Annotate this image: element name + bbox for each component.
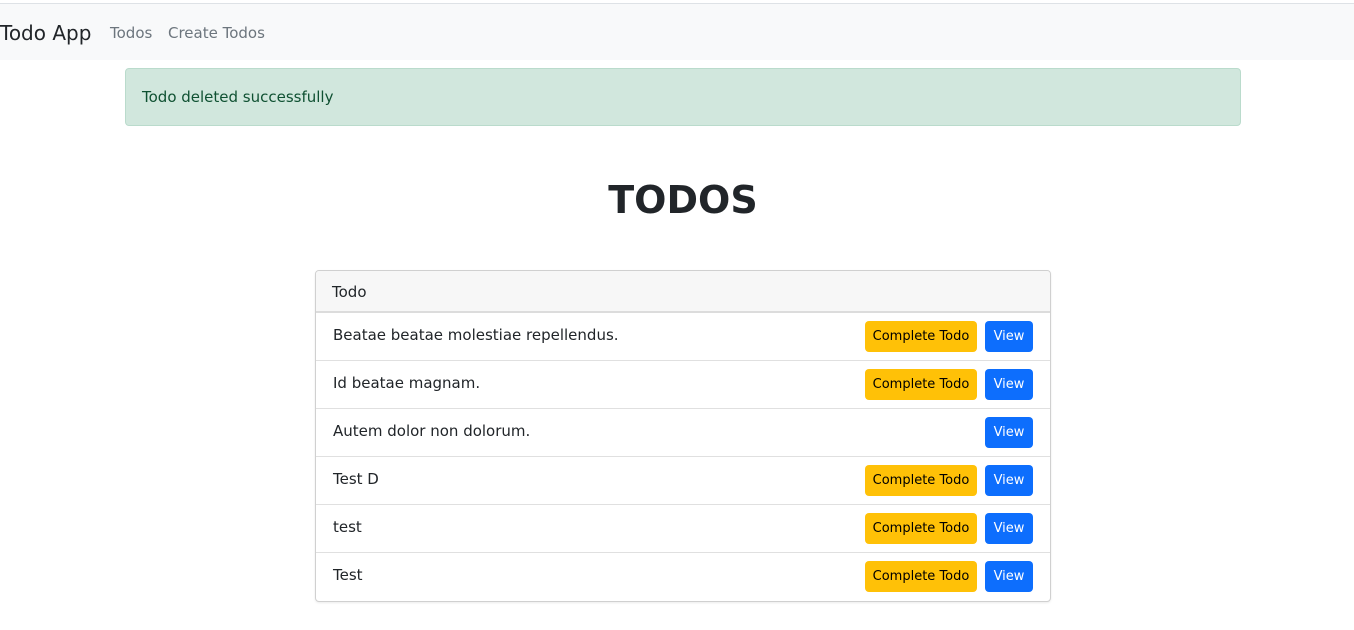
page-title: TODOS	[608, 178, 758, 222]
todo-title: test	[333, 518, 362, 536]
nav-link-todos[interactable]: Todos	[110, 23, 152, 43]
table-row: Id beatae magnam. Complete Todo View	[316, 361, 1050, 409]
view-button[interactable]: View	[985, 561, 1033, 592]
table-row: Test Complete Todo View	[316, 553, 1050, 601]
table-header: Todo	[316, 271, 1050, 313]
navbar: Todo App Todos Create Todos	[0, 4, 1354, 60]
complete-todo-button[interactable]: Complete Todo	[865, 321, 977, 352]
complete-todo-button[interactable]: Complete Todo	[865, 465, 977, 496]
todo-title: Beatae beatae molestiae repellendus.	[333, 326, 619, 344]
table-row: Autem dolor non dolorum. View	[316, 409, 1050, 457]
page: Todo App Todos Create Todos Todo deleted…	[0, 0, 1354, 630]
view-button[interactable]: View	[985, 465, 1033, 496]
complete-todo-button[interactable]: Complete Todo	[865, 513, 977, 544]
brand-link[interactable]: Todo App	[0, 20, 91, 46]
view-button[interactable]: View	[985, 369, 1033, 400]
table-row: test Complete Todo View	[316, 505, 1050, 553]
todo-title: Id beatae magnam.	[333, 374, 481, 392]
table-row: Test D Complete Todo View	[316, 457, 1050, 505]
alert-message: Todo deleted successfully	[142, 88, 334, 106]
view-button[interactable]: View	[985, 417, 1033, 448]
complete-todo-button[interactable]: Complete Todo	[865, 369, 977, 400]
view-button[interactable]: View	[985, 513, 1033, 544]
todo-table: Todo Beatae beatae molestiae repellendus…	[315, 270, 1051, 602]
todo-title: Test	[333, 566, 363, 584]
success-alert: Todo deleted successfully	[125, 68, 1241, 126]
nav-link-create-todos[interactable]: Create Todos	[168, 23, 265, 43]
todo-title: Autem dolor non dolorum.	[333, 422, 531, 440]
complete-todo-button[interactable]: Complete Todo	[865, 561, 977, 592]
todo-title: Test D	[333, 470, 379, 488]
table-header-label: Todo	[332, 283, 367, 301]
view-button[interactable]: View	[985, 321, 1033, 352]
table-row: Beatae beatae molestiae repellendus. Com…	[316, 313, 1050, 361]
